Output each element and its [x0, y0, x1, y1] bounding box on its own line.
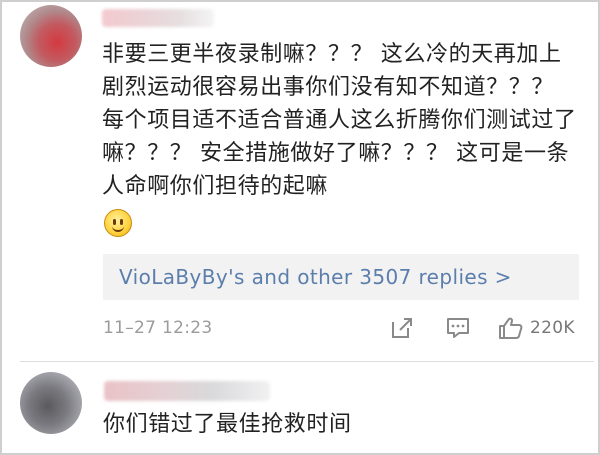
divider — [20, 361, 594, 362]
avatar[interactable] — [20, 5, 82, 67]
smile-emoji-icon — [104, 209, 132, 237]
replies-preview[interactable]: VioLaByBy's and other 3507 replies > — [103, 254, 579, 300]
username-blurred[interactable] — [102, 9, 214, 27]
username-blurred[interactable] — [104, 381, 270, 401]
avatar[interactable] — [20, 372, 82, 434]
share-icon[interactable] — [390, 316, 414, 340]
like-icon[interactable] — [498, 316, 524, 340]
like-count: 220K — [530, 318, 575, 338]
comment-timestamp: 11–27 12:23 — [103, 318, 213, 338]
comment-icon[interactable] — [446, 316, 470, 340]
comment-text: 非要三更半夜录制嘛？？？ 这么冷的天再加上剧烈运动很容易出事你们没有知不知道？？… — [102, 42, 577, 199]
comment-text: 你们错过了最佳抢救时间 — [103, 412, 352, 437]
replies-link[interactable]: VioLaByBy's and other 3507 replies > — [119, 264, 512, 290]
